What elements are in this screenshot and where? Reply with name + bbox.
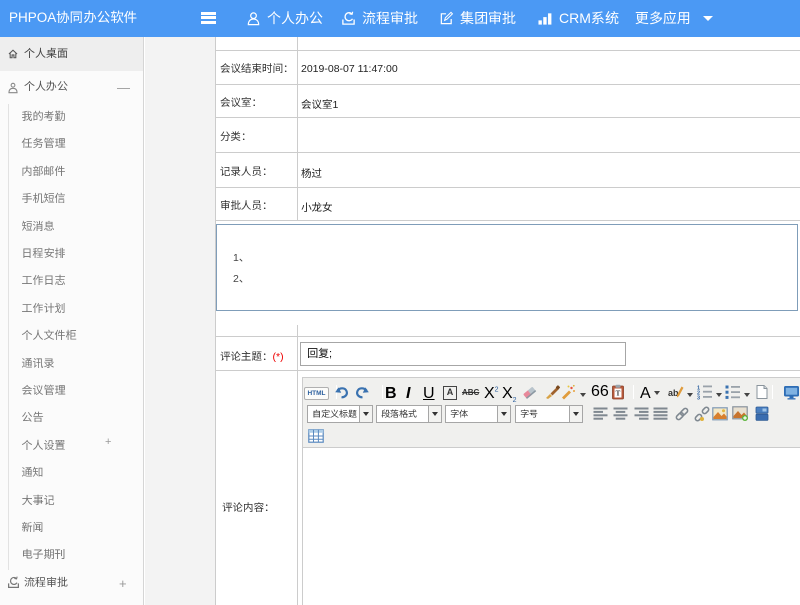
svg-text:3: 3 [697,396,700,401]
svg-text:T: T [616,390,621,398]
